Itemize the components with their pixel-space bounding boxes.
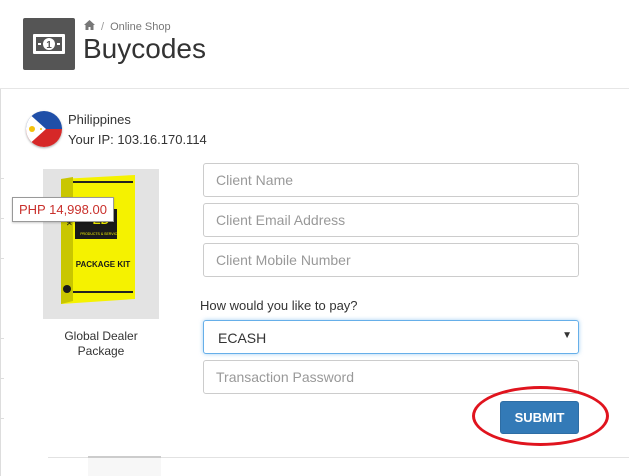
payment-method-select[interactable]: ECASH ▼: [203, 320, 579, 354]
page-title: Buycodes: [83, 33, 206, 64]
product-box-kit: PACKAGE KIT: [76, 260, 131, 269]
product-box-subtitle: PRODUCTS & SERVICES: [80, 232, 122, 236]
left-tick: [0, 178, 4, 179]
money-bill-icon: 1: [23, 18, 75, 70]
price-badge: PHP 14,998.00: [12, 197, 114, 222]
product-image[interactable]: ED PRODUCTS & SERVICES PACKAGE KIT PACK: [43, 169, 159, 319]
breadcrumb-separator: /: [101, 20, 105, 33]
home-icon[interactable]: [84, 20, 95, 33]
product-name-line2: Package: [77, 344, 125, 358]
transaction-password-input[interactable]: [203, 360, 579, 394]
breadcrumb: / Online Shop: [84, 20, 171, 33]
left-tick: [0, 258, 4, 259]
product-name: Global Dealer Package: [43, 329, 159, 359]
product-name-line1: Global Dealer: [64, 329, 138, 343]
submit-button[interactable]: SUBMIT: [500, 401, 579, 434]
client-email-input[interactable]: [203, 203, 579, 237]
payment-method-label: How would you like to pay?: [200, 298, 358, 313]
left-tick: [0, 338, 4, 339]
page-header: 1 / Online Shop Buycodes: [0, 0, 629, 89]
breadcrumb-current[interactable]: Online Shop: [110, 21, 171, 33]
left-tick: [0, 418, 4, 419]
client-mobile-input[interactable]: [203, 243, 579, 277]
country-name: Philippines: [68, 112, 131, 127]
svg-text:1: 1: [46, 40, 52, 51]
payment-method-value: ECASH: [218, 330, 267, 346]
chevron-down-icon: ▼: [562, 330, 572, 341]
client-name-input[interactable]: [203, 163, 579, 197]
left-tick: [0, 378, 4, 379]
ip-address: Your IP: 103.16.170.114: [68, 132, 207, 147]
philippines-flag-icon: [26, 111, 62, 147]
bottom-tab[interactable]: [88, 456, 161, 476]
left-tick: [0, 218, 4, 219]
